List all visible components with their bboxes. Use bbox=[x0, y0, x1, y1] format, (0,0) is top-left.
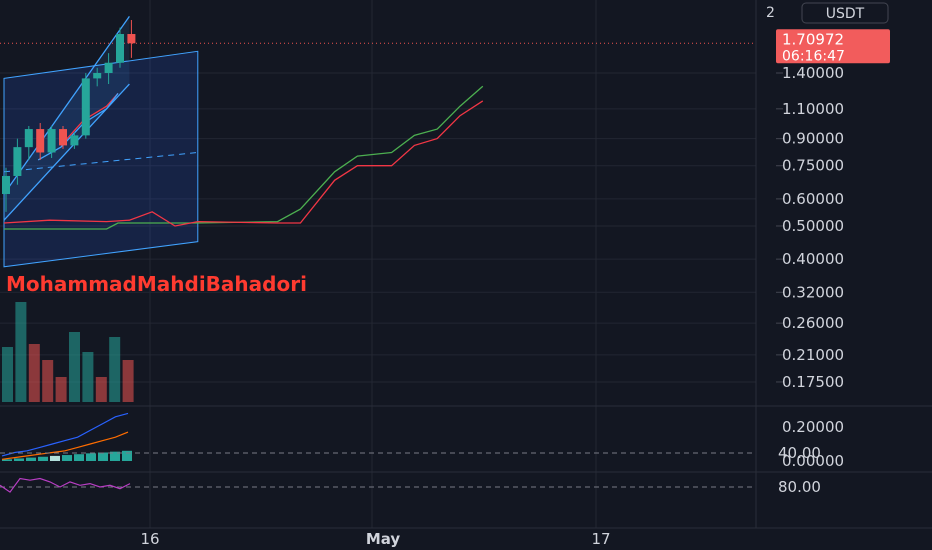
macd-histogram-bar-7 bbox=[86, 453, 96, 461]
price-tick-label: 0.90000 bbox=[782, 130, 844, 148]
price-tick-label: 0.26000 bbox=[782, 314, 844, 332]
countdown-value: 06:16:47 bbox=[782, 48, 845, 64]
candle-body-10 bbox=[116, 34, 124, 63]
candle-body-2 bbox=[24, 129, 33, 148]
volume-bar-9 bbox=[122, 360, 134, 402]
time-tick-label: 17 bbox=[591, 530, 610, 548]
price-tick-label: 0.75000 bbox=[782, 157, 844, 175]
macd-tick-label: 0.20000 bbox=[782, 418, 844, 436]
candle-body-6 bbox=[70, 135, 79, 146]
candle-body-4 bbox=[47, 129, 56, 153]
candle-body-11 bbox=[127, 34, 136, 44]
currency-label: USDT bbox=[826, 6, 865, 22]
price-tick-label: 0.60000 bbox=[782, 190, 844, 208]
macd-histogram-bar-2 bbox=[26, 457, 36, 461]
macd-histogram-bar-3 bbox=[38, 456, 48, 461]
candle-body-5 bbox=[59, 129, 67, 146]
rsi-tick-label: 40.00 bbox=[778, 444, 821, 462]
macd-histogram-bar-4 bbox=[50, 455, 60, 461]
macd-histogram-bar-1 bbox=[14, 458, 24, 461]
volume-bar-5 bbox=[69, 332, 80, 402]
macd-histogram-bar-10 bbox=[122, 450, 132, 461]
watermark: MohammadMahdiBahadori bbox=[6, 272, 307, 296]
candle-body-8 bbox=[93, 72, 102, 79]
candle-body-9 bbox=[104, 62, 113, 73]
volume-bar-6 bbox=[82, 352, 94, 402]
rsi-tick-label: 80.00 bbox=[778, 478, 821, 496]
time-tick-label: 16 bbox=[140, 530, 159, 548]
volume-bar-4 bbox=[55, 377, 67, 402]
price-tick-label: 0.50000 bbox=[782, 217, 844, 235]
price-tick-label: 0.32000 bbox=[782, 283, 844, 301]
candle-body-0 bbox=[2, 175, 10, 195]
candle-body-1 bbox=[13, 147, 22, 176]
macd-histogram-bar-5 bbox=[62, 455, 72, 461]
price-tick-top: 2 bbox=[766, 5, 775, 21]
volume-bar-8 bbox=[109, 337, 121, 402]
macd-histogram-bar-6 bbox=[74, 454, 84, 461]
price-tick-label: 1.40000 bbox=[782, 64, 844, 82]
candle-body-3 bbox=[36, 129, 45, 153]
current-price-value: 1.70972 bbox=[782, 30, 844, 48]
time-tick-label: May bbox=[366, 530, 401, 548]
macd-histogram-bar-8 bbox=[98, 452, 108, 461]
candle-body-7 bbox=[81, 78, 90, 136]
volume-bar-0 bbox=[2, 347, 13, 402]
volume-bar-1 bbox=[15, 302, 27, 402]
price-tick-label: 0.21000 bbox=[782, 346, 844, 364]
volume-bar-2 bbox=[28, 344, 40, 402]
price-tick-label: 0.17500 bbox=[782, 373, 844, 391]
price-tick-label: 1.10000 bbox=[782, 100, 844, 118]
price-tick-label: 0.40000 bbox=[782, 250, 844, 268]
current-price-label: 1.7097206:16:47 bbox=[776, 29, 890, 64]
volume-bar-7 bbox=[95, 377, 107, 402]
price-chart[interactable]: MohammadMahdiBahadori 2 USDT 1.40000 1.1000… bbox=[0, 0, 932, 550]
volume-bar-3 bbox=[42, 360, 54, 402]
